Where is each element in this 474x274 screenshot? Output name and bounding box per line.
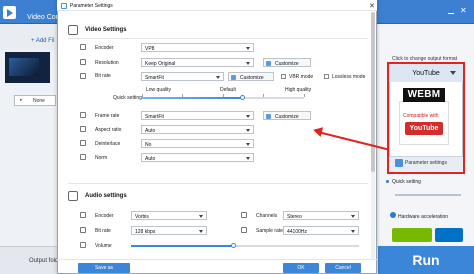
quality-slider-fill bbox=[142, 97, 243, 99]
vbr-mode-checkbox[interactable] bbox=[281, 74, 286, 79]
aspect-ratio-icon bbox=[80, 126, 86, 132]
sample-rate-label: Sample rate bbox=[256, 228, 283, 234]
lossless-mode-checkbox[interactable] bbox=[324, 74, 329, 79]
edit-icon bbox=[266, 60, 271, 66]
audio-bitrate-select[interactable]: 128 kbps bbox=[131, 226, 207, 235]
app-title: Video Con bbox=[27, 14, 60, 21]
dialog-close-icon[interactable]: ✕ bbox=[369, 2, 375, 10]
hardware-acceleration-checkbox[interactable] bbox=[390, 212, 396, 218]
norm-icon bbox=[80, 154, 86, 160]
app-logo-icon bbox=[3, 6, 16, 19]
frame-rate-label: Frame rate bbox=[95, 113, 120, 119]
deinterlace-icon bbox=[80, 140, 86, 146]
video-bitrate-select[interactable]: SmartFit bbox=[141, 72, 224, 81]
minimize-icon[interactable] bbox=[448, 13, 454, 14]
bitrate-icon bbox=[80, 73, 86, 79]
frame-rate-icon bbox=[80, 112, 86, 118]
divider bbox=[57, 259, 377, 260]
add-files-button[interactable]: + Add Fil bbox=[31, 38, 55, 44]
audio-bitrate-icon bbox=[80, 227, 86, 233]
audio-encoder-icon bbox=[80, 212, 86, 218]
video-encoder-select[interactable]: VP8 bbox=[141, 43, 254, 52]
channels-icon bbox=[241, 212, 247, 218]
quick-setting-label: Quick setting bbox=[386, 179, 421, 185]
resolution-customize-label: Customize bbox=[275, 60, 299, 67]
slider-tick bbox=[142, 94, 143, 97]
slider-tick bbox=[263, 94, 264, 97]
vbr-mode-label: VBR mode bbox=[289, 74, 314, 80]
channels-label: Channels bbox=[256, 213, 278, 219]
low-quality-label: Low quality bbox=[146, 87, 172, 93]
high-quality-label: High quality bbox=[285, 87, 312, 93]
volume-label: Volume bbox=[95, 243, 112, 249]
video-thumbnail[interactable] bbox=[5, 52, 50, 83]
intel-icon bbox=[435, 228, 463, 242]
audio-bitrate-label: Bit rate bbox=[95, 228, 111, 234]
resolution-select[interactable]: Keep Original bbox=[141, 58, 254, 67]
lossless-mode-label: Lossless mode bbox=[332, 74, 366, 80]
dialog-title: Parameter Settings bbox=[70, 3, 113, 9]
slider-tick bbox=[223, 94, 224, 97]
dialog-scroll-thumb[interactable] bbox=[371, 12, 375, 172]
audio-encoder-select[interactable]: Vorbis bbox=[131, 211, 207, 220]
bitrate-customize-label: Customize bbox=[240, 74, 264, 81]
edit-icon bbox=[231, 74, 236, 80]
video-bitrate-label: Bit rate bbox=[95, 73, 111, 79]
cancel-button[interactable]: Cancel bbox=[325, 263, 361, 273]
sample-rate-icon bbox=[241, 227, 247, 233]
video-settings-icon bbox=[68, 25, 78, 35]
encoder-icon bbox=[80, 44, 86, 50]
default-quality-label: Default bbox=[220, 87, 236, 93]
app-close-icon[interactable]: ✕ bbox=[460, 6, 467, 15]
sample-rate-select[interactable]: 44100Hz bbox=[283, 226, 359, 235]
deinterlace-select[interactable]: No bbox=[141, 139, 254, 148]
norm-select[interactable]: Auto bbox=[141, 153, 254, 162]
aspect-ratio-label: Aspect ratio bbox=[95, 127, 122, 133]
frame-rate-customize-label: Customize bbox=[275, 113, 299, 120]
slider-tick bbox=[304, 94, 305, 97]
quick-setting-slider[interactable] bbox=[395, 194, 461, 196]
ok-button[interactable]: OK bbox=[283, 263, 319, 273]
video-encoder-label: Encoder bbox=[95, 45, 114, 51]
app-toolbar bbox=[0, 24, 60, 50]
run-button[interactable]: Run bbox=[378, 246, 474, 274]
slider-tick bbox=[182, 94, 183, 97]
aspect-ratio-select[interactable]: Auto bbox=[141, 125, 254, 134]
video-settings-heading: Video Settings bbox=[85, 27, 127, 33]
frame-rate-select[interactable]: SmartFit bbox=[141, 111, 254, 120]
channels-select[interactable]: Stereo bbox=[283, 211, 359, 220]
nvidia-icon bbox=[392, 228, 432, 242]
quick-setting-label: Quick setting bbox=[113, 95, 142, 101]
deinterlace-label: Deinterlace bbox=[95, 141, 121, 147]
resolution-icon bbox=[80, 59, 86, 65]
frame-rate-customize-button[interactable]: Customize bbox=[263, 111, 311, 120]
subtitle-select[interactable]: None bbox=[14, 95, 56, 106]
resolution-customize-button[interactable]: Customize bbox=[263, 58, 311, 67]
norm-label: Norm bbox=[95, 155, 108, 161]
volume-slider-fill bbox=[131, 245, 234, 247]
dialog-icon bbox=[61, 3, 67, 9]
quality-slider-handle[interactable] bbox=[239, 95, 245, 100]
annotation-highlight-box bbox=[387, 62, 465, 174]
audio-settings-heading: Audio settings bbox=[85, 193, 127, 199]
divider bbox=[68, 38, 368, 39]
audio-settings-icon bbox=[68, 191, 78, 201]
volume-icon bbox=[80, 242, 86, 248]
resolution-label: Resolution bbox=[95, 60, 119, 66]
edit-icon bbox=[266, 113, 271, 119]
audio-encoder-label: Encoder bbox=[95, 213, 114, 219]
bitrate-customize-button[interactable]: Customize bbox=[228, 72, 274, 81]
save-as-button[interactable]: Save as bbox=[78, 263, 130, 273]
hardware-acceleration-label: Hardware acceleration bbox=[398, 214, 449, 220]
divider bbox=[68, 183, 368, 184]
